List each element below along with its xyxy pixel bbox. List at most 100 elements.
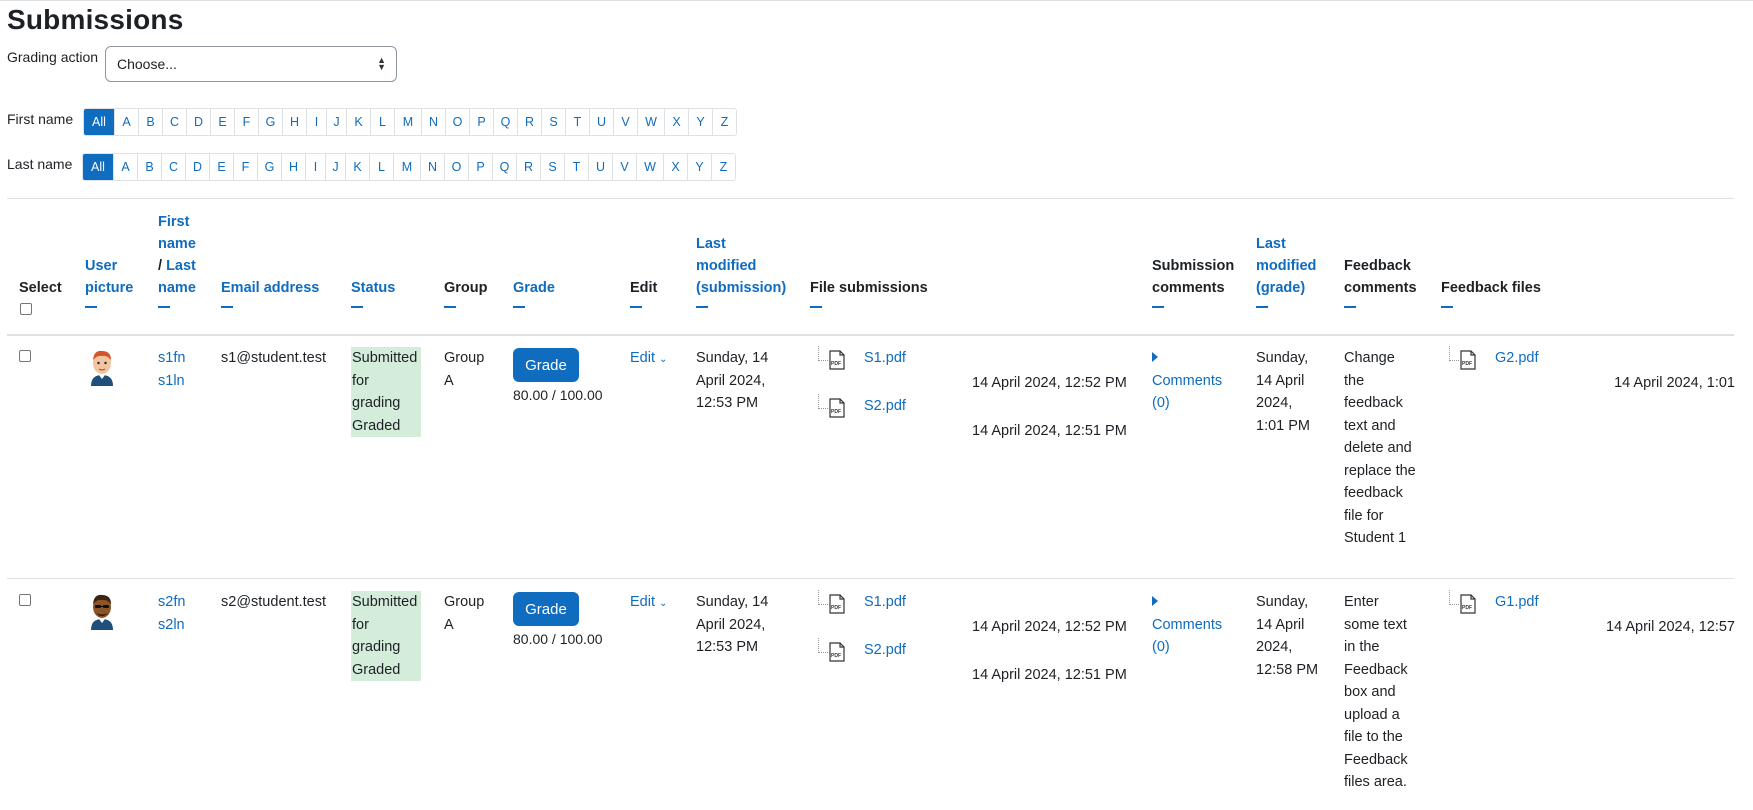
initial-m[interactable]: M <box>393 154 420 180</box>
initial-y[interactable]: Y <box>688 109 712 135</box>
initial-c[interactable]: C <box>161 154 185 180</box>
submission-comments-toggle[interactable]: Comments (0) <box>1152 591 1222 659</box>
initial-a[interactable]: A <box>114 109 138 135</box>
edit-menu-button[interactable]: Edit ⌄ <box>630 591 667 616</box>
header-email[interactable]: Email address <box>221 277 319 308</box>
initial-t[interactable]: T <box>564 154 588 180</box>
initial-f[interactable]: F <box>233 154 257 180</box>
initial-b[interactable]: B <box>137 154 161 180</box>
initial-o[interactable]: O <box>444 154 468 180</box>
initial-i[interactable]: I <box>306 109 326 135</box>
file-tree-line <box>1449 590 1459 605</box>
header-status[interactable]: Status <box>351 277 395 308</box>
initial-g[interactable]: G <box>258 109 282 135</box>
header-user-picture[interactable]: User picture <box>85 255 133 308</box>
status-badge: Submitted for grading Graded <box>351 347 421 437</box>
svg-text:PDF: PDF <box>831 605 841 611</box>
initial-b[interactable]: B <box>138 109 162 135</box>
chevron-down-icon: ⌄ <box>659 598 668 609</box>
feedback-file-link[interactable]: G1.pdf <box>1495 591 1539 614</box>
collapse-icon <box>1256 306 1268 308</box>
row-select-checkbox[interactable] <box>19 594 31 606</box>
pdf-file-icon: PDF <box>828 594 846 614</box>
feedback-file-date: 14 April 2024, 12:57 <box>1606 619 1735 635</box>
initial-x[interactable]: X <box>663 154 687 180</box>
initial-d[interactable]: D <box>185 154 209 180</box>
submission-file-link[interactable]: S2.pdf <box>864 395 906 418</box>
initial-i[interactable]: I <box>305 154 325 180</box>
initial-q[interactable]: Q <box>493 109 517 135</box>
user-fullname-link[interactable]: s1fn s1ln <box>158 347 185 392</box>
initial-v[interactable]: V <box>612 154 636 180</box>
initial-d[interactable]: D <box>186 109 210 135</box>
header-last-modified-grade[interactable]: Last modified (grade) <box>1256 233 1316 308</box>
initial-h[interactable]: H <box>281 154 305 180</box>
initial-j[interactable]: J <box>326 109 346 135</box>
initial-t[interactable]: T <box>565 109 589 135</box>
initial-e[interactable]: E <box>209 154 233 180</box>
row-select-checkbox[interactable] <box>19 350 31 362</box>
initial-y[interactable]: Y <box>687 154 711 180</box>
last-name-initials-bar: All A B C D E F G H I J K L M N O P Q R S T U V W X Y Z <box>82 153 736 181</box>
initial-g[interactable]: G <box>257 154 281 180</box>
initial-l[interactable]: L <box>370 109 394 135</box>
initial-v[interactable]: V <box>613 109 637 135</box>
initial-j[interactable]: J <box>325 154 345 180</box>
initial-p[interactable]: P <box>468 154 492 180</box>
user-fullname-link[interactable]: s2fn s2ln <box>158 591 185 636</box>
initial-r[interactable]: R <box>516 154 540 180</box>
grading-action-value: Choose... <box>117 56 177 72</box>
submission-file-date: 14 April 2024, 12:51 PM <box>972 423 1127 439</box>
grade-button[interactable]: Grade <box>513 592 579 626</box>
feedback-file-link[interactable]: G2.pdf <box>1495 347 1539 370</box>
sort-first-name-link[interactable]: First <box>158 214 189 230</box>
initial-n[interactable]: N <box>421 109 445 135</box>
initial-m[interactable]: M <box>394 109 421 135</box>
initial-c[interactable]: C <box>162 109 186 135</box>
group-name: Group A <box>444 594 485 633</box>
initial-q[interactable]: Q <box>492 154 516 180</box>
initial-o[interactable]: O <box>445 109 469 135</box>
submission-comments-toggle[interactable]: Comments (0) <box>1152 347 1222 415</box>
chevron-down-icon: ⌄ <box>659 354 668 365</box>
initial-s[interactable]: S <box>541 109 565 135</box>
initial-l[interactable]: L <box>369 154 393 180</box>
collapse-icon <box>1344 306 1356 308</box>
initial-r[interactable]: R <box>517 109 541 135</box>
initial-x[interactable]: X <box>664 109 688 135</box>
initial-w[interactable]: W <box>636 154 663 180</box>
group-name: Group A <box>444 350 485 389</box>
initial-z[interactable]: Z <box>712 109 736 135</box>
grade-value: 80.00 / 100.00 <box>513 631 603 647</box>
sort-last-name-link[interactable]: Last <box>166 258 196 274</box>
initial-k[interactable]: K <box>346 109 370 135</box>
initial-n[interactable]: N <box>420 154 444 180</box>
email-address: s2@student.test <box>221 594 326 610</box>
initial-e[interactable]: E <box>210 109 234 135</box>
select-arrows-icon: ▲ ▼ <box>377 55 386 72</box>
submission-file-link[interactable]: S1.pdf <box>864 347 906 370</box>
select-all-checkbox[interactable] <box>20 303 32 315</box>
initial-u[interactable]: U <box>589 109 613 135</box>
header-grade[interactable]: Grade <box>513 277 555 308</box>
submission-file-link[interactable]: S1.pdf <box>864 591 906 614</box>
initial-f[interactable]: F <box>234 109 258 135</box>
grade-button[interactable]: Grade <box>513 348 579 382</box>
initial-w[interactable]: W <box>637 109 664 135</box>
initial-k[interactable]: K <box>345 154 369 180</box>
initial-h[interactable]: H <box>282 109 306 135</box>
initial-u[interactable]: U <box>588 154 612 180</box>
initial-s[interactable]: S <box>540 154 564 180</box>
header-submission-comments: Submission comments <box>1152 255 1234 308</box>
initial-a[interactable]: A <box>113 154 137 180</box>
status-badge: Submitted for grading Graded <box>351 591 421 681</box>
submission-file-link[interactable]: S2.pdf <box>864 639 906 662</box>
grading-action-select[interactable]: Choose... ▲ ▼ <box>105 46 397 82</box>
initial-p[interactable]: P <box>469 109 493 135</box>
edit-menu-button[interactable]: Edit ⌄ <box>630 347 667 372</box>
header-last-modified-submission[interactable]: Last modified (submission) <box>696 233 786 308</box>
top-border <box>0 0 1753 1</box>
initial-all[interactable]: All <box>83 154 113 180</box>
initial-all[interactable]: All <box>84 109 114 135</box>
initial-z[interactable]: Z <box>711 154 735 180</box>
